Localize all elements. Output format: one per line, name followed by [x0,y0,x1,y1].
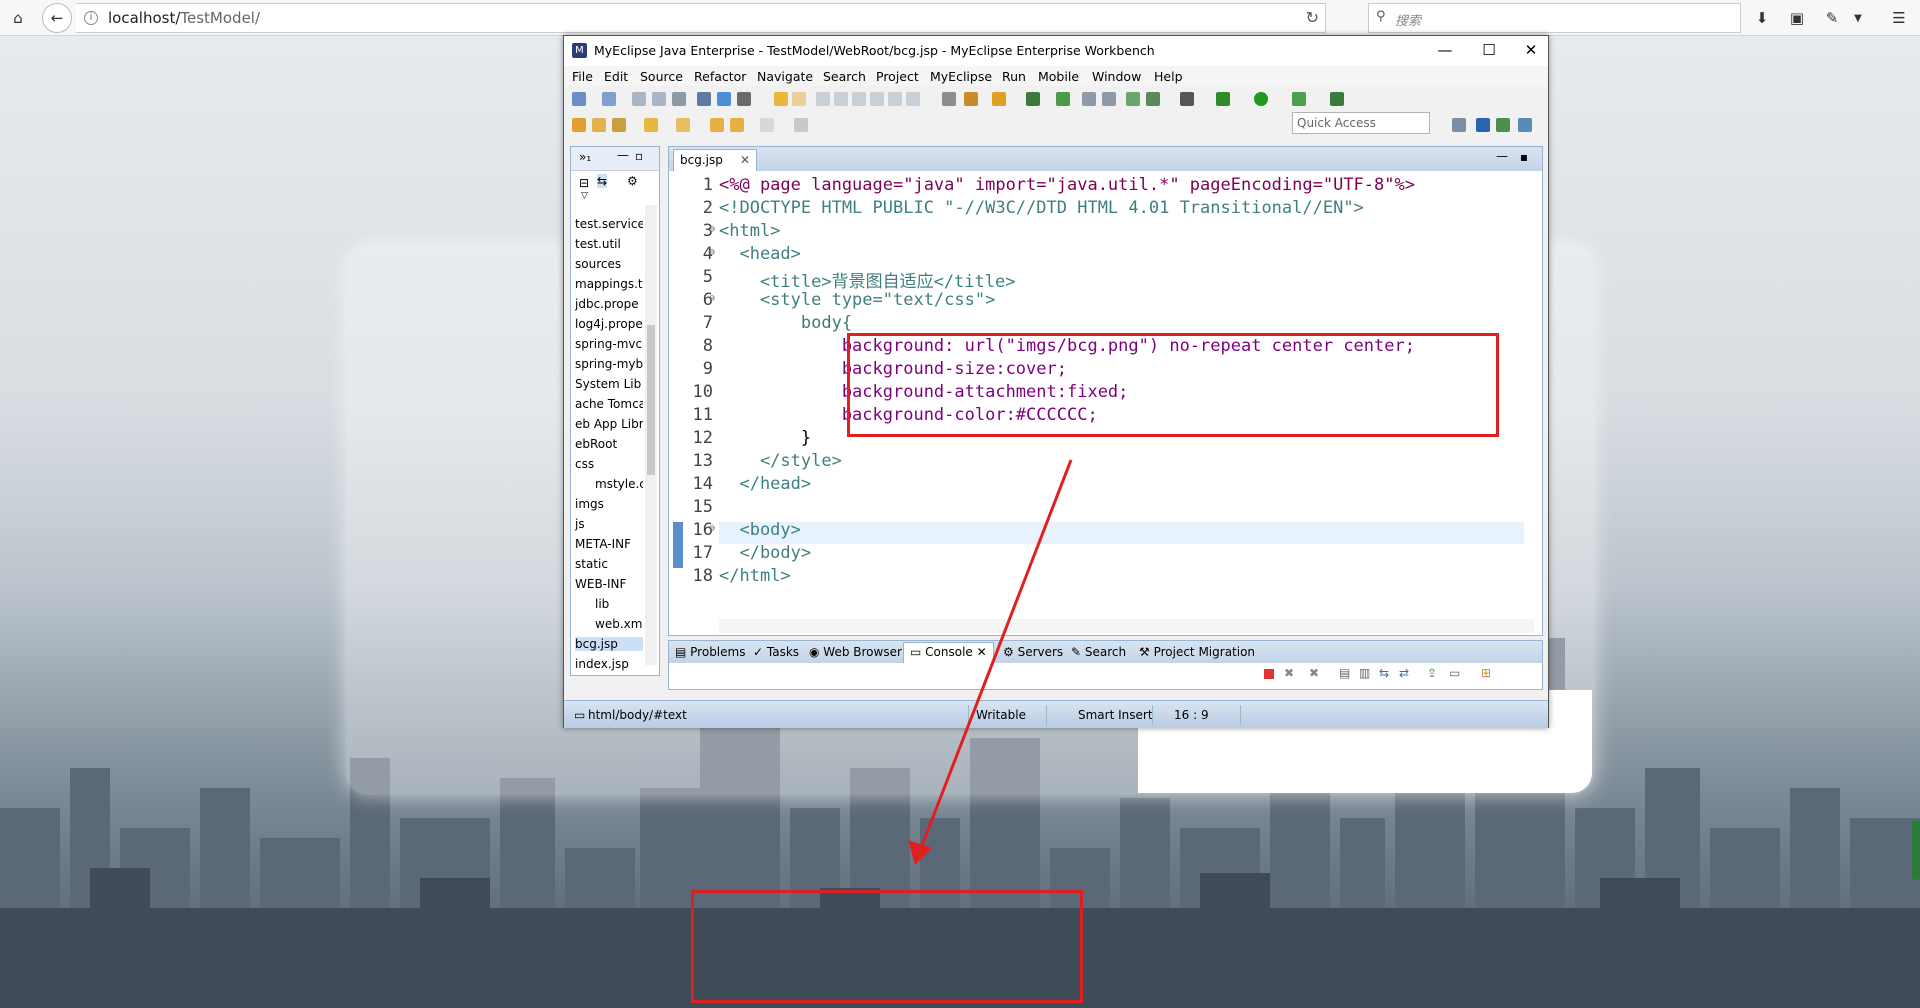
arrow-head [908,840,932,865]
page-scrollbar-thumb[interactable] [1912,820,1920,880]
arrow-line [919,459,1073,849]
annotation-arrow [908,459,1073,865]
